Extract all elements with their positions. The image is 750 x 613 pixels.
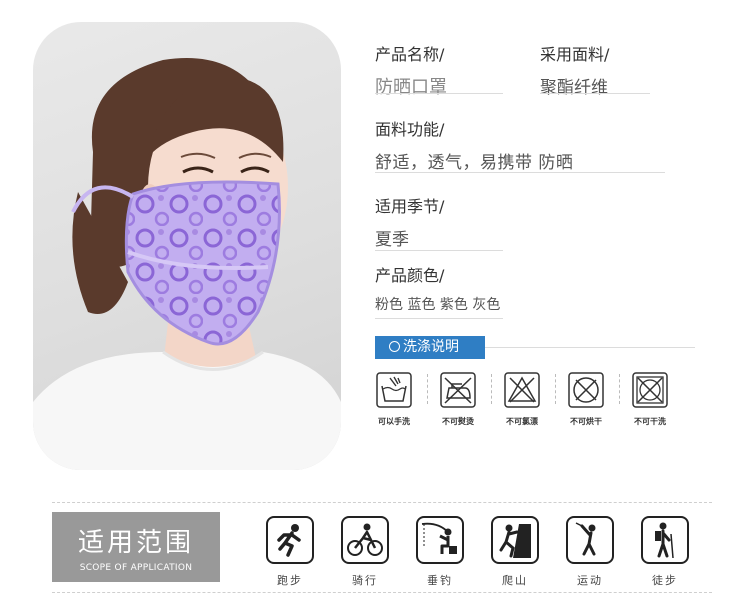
product-name-value: 防晒口罩: [375, 77, 447, 98]
wash-label: 不可烘干: [570, 417, 602, 426]
divider: [52, 502, 712, 503]
divider: [52, 592, 712, 593]
cycling-icon: [341, 516, 389, 564]
spec-function: 面料功能/ 舒适，透气，易携带 防晒: [375, 116, 573, 173]
season-label: 适用季节/: [375, 197, 445, 216]
divider: [540, 93, 650, 94]
divider: [375, 93, 503, 94]
no-dry-clean-icon: [632, 372, 668, 408]
activity-cycling: 骑行: [339, 516, 391, 588]
fabric-value: 聚酯纤维: [540, 78, 608, 98]
divider: [375, 172, 665, 173]
activity-label: 垂钓: [427, 574, 453, 587]
activity-label: 徒步: [652, 574, 678, 587]
circle-icon: [389, 341, 400, 352]
divider: [375, 250, 503, 251]
golf-icon: [566, 516, 614, 564]
spec-fabric: 采用面料/ 聚酯纤维: [540, 41, 609, 98]
model-wearing-mask-illustration: [33, 57, 341, 470]
spec-colors: 产品颜色/ 粉色 蓝色 紫色 灰色: [375, 262, 500, 314]
product-photo: [33, 22, 341, 470]
scope-title: 适用范围: [77, 528, 194, 558]
fabric-label: 采用面料/: [540, 45, 610, 64]
running-icon: [266, 516, 314, 564]
activity-label: 骑行: [352, 574, 378, 587]
climbing-icon: [491, 516, 539, 564]
hiking-icon: [641, 516, 689, 564]
no-bleach-icon: [504, 372, 540, 408]
wash-item-no-tumble-dry: 不可烘干: [556, 372, 616, 427]
no-tumble-dry-icon: [568, 372, 604, 408]
activity-hiking: 徒步: [639, 516, 691, 588]
washing-title: 洗涤说明: [403, 339, 459, 355]
fishing-icon: [416, 516, 464, 564]
colors-label: 产品颜色/: [375, 266, 445, 285]
activity-climbing: 爬山: [489, 516, 541, 588]
washing-header: 洗涤说明: [375, 336, 485, 359]
function-label: 面料功能/: [375, 120, 445, 139]
scope-subtitle: SCOPE OF APPLICATION: [79, 563, 193, 573]
product-name-label: 产品名称/: [375, 45, 445, 64]
divider: [375, 318, 503, 319]
spec-season: 适用季节/ 夏季: [375, 193, 444, 250]
season-value: 夏季: [375, 230, 409, 250]
activity-sport: 运动: [564, 516, 616, 588]
no-iron-icon: [440, 372, 476, 408]
wash-item-no-dry-clean: 不可干洗: [620, 372, 680, 427]
activity-label: 爬山: [502, 574, 528, 587]
activity-label: 运动: [577, 574, 603, 587]
wash-label: 可以手洗: [378, 417, 410, 426]
function-value: 舒适，透气，易携带 防晒: [375, 153, 574, 173]
scope-box: 适用范围 SCOPE OF APPLICATION: [52, 512, 220, 582]
divider: [485, 347, 695, 348]
activity-fishing: 垂钓: [414, 516, 466, 588]
hand-wash-icon: [376, 372, 412, 408]
wash-item-hand-wash: 可以手洗: [364, 372, 424, 427]
wash-item-no-bleach: 不可氯漂: [492, 372, 552, 427]
activity-label: 跑步: [277, 574, 303, 587]
wash-label: 不可氯漂: [506, 417, 538, 426]
wash-label: 不可干洗: [634, 417, 666, 426]
wash-item-no-iron: 不可熨烫: [428, 372, 488, 427]
spec-product-name: 产品名称/ 防晒口罩: [375, 41, 447, 99]
colors-value: 粉色 蓝色 紫色 灰色: [375, 297, 501, 313]
wash-label: 不可熨烫: [442, 417, 474, 426]
activity-running: 跑步: [264, 516, 316, 588]
